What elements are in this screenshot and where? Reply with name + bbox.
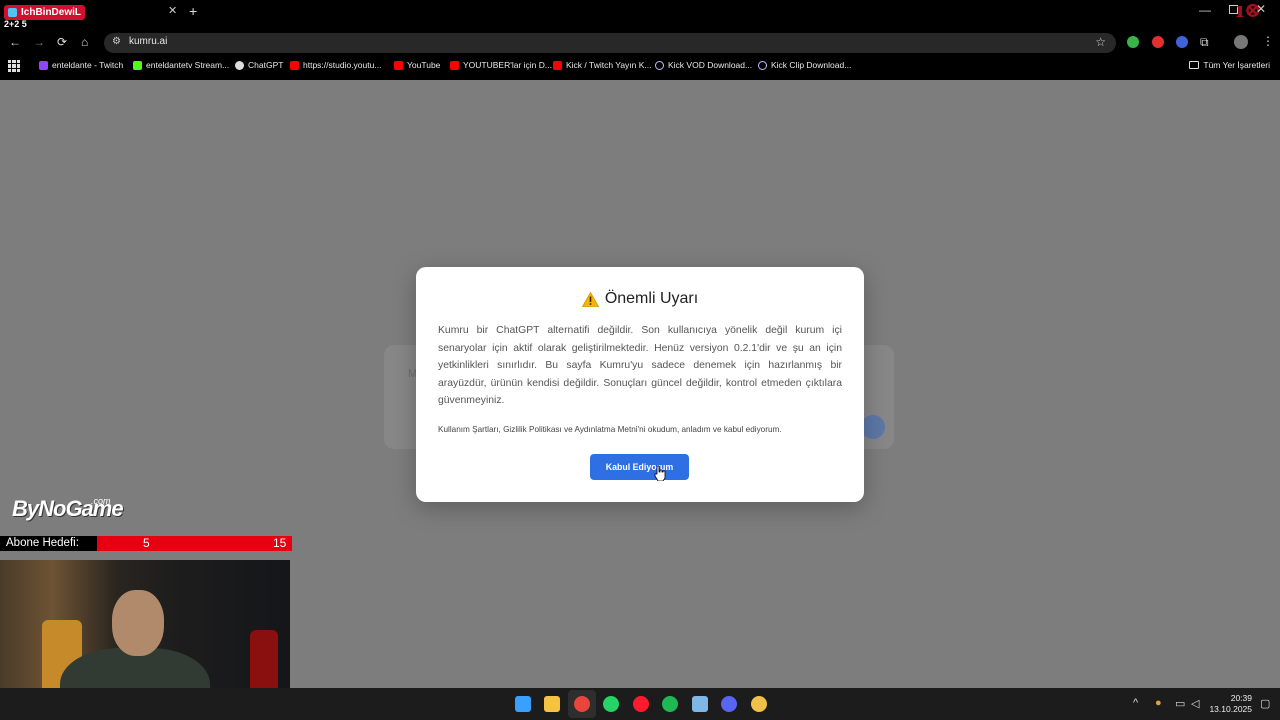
shield-extension-icon[interactable] xyxy=(1127,36,1139,48)
twitch-icon xyxy=(39,60,48,70)
modal-body-text: Kumru bir ChatGPT alternatifi değildir. … xyxy=(438,325,842,406)
tab-close-icon[interactable]: ✕ xyxy=(168,4,177,17)
bookmark-item[interactable]: ChatGPT xyxy=(235,60,283,70)
reload-icon[interactable]: ⟳ xyxy=(57,34,67,50)
opera-icon[interactable] xyxy=(633,696,649,712)
kick-icon xyxy=(133,60,142,70)
youtube-icon xyxy=(450,60,459,70)
discord-icon[interactable] xyxy=(721,696,737,712)
warning-modal: Önemli Uyarı Kumru bir ChatGPT alternati… xyxy=(416,267,864,502)
site-settings-icon[interactable]: ⚙ xyxy=(112,36,121,47)
bookmark-item[interactable]: Kick / Twitch Yayın K... xyxy=(553,60,652,70)
volume-icon[interactable]: ◁ xyxy=(1191,697,1199,710)
whatsapp-icon[interactable] xyxy=(603,696,619,712)
bookmarks-bar: enteldante - Twitch enteldantetv Stream.… xyxy=(0,56,1280,78)
folder-icon xyxy=(1189,61,1200,69)
system-clock[interactable]: 20:39 13.10.2025 xyxy=(1206,693,1252,715)
window-close-icon[interactable]: ✕ xyxy=(1256,2,1266,16)
extension-icon[interactable] xyxy=(1176,36,1188,48)
tray-chevron-icon[interactable]: ^ xyxy=(1133,697,1138,709)
notification-icon[interactable]: ▢ xyxy=(1260,697,1270,710)
hand-cursor-icon xyxy=(654,465,666,481)
goal-label: Abone Hedefi: xyxy=(0,536,97,551)
tab-title: IchBinDewiL xyxy=(21,6,82,18)
network-app-icon[interactable] xyxy=(692,696,708,712)
webcam-person-head xyxy=(112,590,164,656)
chrome-icon[interactable] xyxy=(574,696,590,712)
tab-pill[interactable]: IchBinDewiL xyxy=(4,4,86,20)
profile-avatar[interactable] xyxy=(1234,35,1248,49)
goal-target: 15 xyxy=(273,536,287,550)
accept-button[interactable]: Kabul Ediyorum xyxy=(590,454,689,480)
modal-title: Önemli Uyarı xyxy=(416,290,864,308)
address-bar[interactable]: ⚙ kumru.ai ☆ xyxy=(104,33,1116,53)
send-button xyxy=(861,415,885,439)
overlay-text: 2+2 5 xyxy=(4,19,27,29)
file-explorer-icon[interactable] xyxy=(544,696,560,712)
bookmark-item[interactable]: YOUTUBER'lar için D... xyxy=(450,60,552,70)
browser-tab[interactable]: IchBinDewiL ✕ xyxy=(4,2,180,22)
game-app-icon[interactable] xyxy=(751,696,767,712)
all-bookmarks[interactable]: Tüm Yer İşaretleri xyxy=(1189,60,1270,70)
sponsor-logo-suffix: .com xyxy=(91,496,111,506)
home-icon[interactable]: ⌂ xyxy=(81,34,88,50)
spotify-icon[interactable] xyxy=(662,696,678,712)
new-tab-icon[interactable]: + xyxy=(189,3,197,19)
terms-text: Kullanım Şartları, Gizlilik Politikası v… xyxy=(438,425,782,434)
bookmark-item[interactable]: YouTube xyxy=(394,60,440,70)
warning-icon xyxy=(581,291,599,307)
youtube-icon xyxy=(394,60,403,70)
network-icon[interactable]: ▭ xyxy=(1175,697,1185,710)
bookmark-item[interactable]: enteldantetv Stream... xyxy=(133,60,229,70)
modal-title-text: Önemli Uyarı xyxy=(604,290,699,307)
bookmark-star-icon[interactable]: ☆ xyxy=(1095,35,1106,49)
opera-extension-icon[interactable] xyxy=(1152,36,1164,48)
menu-kebab-icon[interactable]: ⋮ xyxy=(1262,34,1274,48)
youtube-icon xyxy=(290,60,299,70)
subscriber-goal-bar: Abone Hedefi: 5 15 xyxy=(0,536,292,551)
bookmark-item[interactable]: https://studio.youtu... xyxy=(290,60,381,70)
youtube-icon xyxy=(553,60,562,70)
bookmark-item[interactable]: Kick Clip Download... xyxy=(758,60,851,70)
taskbar: ^ ● ▭ ◁ 20:39 13.10.2025 ▢ xyxy=(0,688,1280,720)
microphone-icon[interactable]: ● xyxy=(1155,697,1162,709)
minimize-icon[interactable]: — xyxy=(1199,3,1211,17)
url-text[interactable]: kumru.ai xyxy=(129,36,167,47)
link-icon xyxy=(758,60,767,70)
tab-favicon-icon xyxy=(8,7,17,17)
link-icon xyxy=(655,60,664,70)
back-icon[interactable]: ← xyxy=(9,34,21,50)
windows-start-icon[interactable] xyxy=(515,696,531,712)
screen: IchBinDewiL ✕ + 2+2 5 — ı⊗ ✕ ← → ⟳ ⌂ ⚙ k… xyxy=(0,0,1280,720)
chatgpt-icon xyxy=(235,60,244,70)
tab-bar: IchBinDewiL ✕ + 2+2 5 — ı⊗ ✕ xyxy=(0,0,1280,32)
clock-time: 20:39 xyxy=(1230,693,1252,703)
browser-toolbar: ← → ⟳ ⌂ ⚙ kumru.ai ☆ ⧉ ⋮ xyxy=(0,32,1280,54)
extensions-puzzle-icon[interactable]: ⧉ xyxy=(1200,34,1209,50)
goal-current: 5 xyxy=(143,536,150,550)
bookmark-item[interactable]: Kick VOD Download... xyxy=(655,60,752,70)
apps-grid-icon[interactable] xyxy=(8,60,20,72)
bookmark-item[interactable]: enteldante - Twitch xyxy=(39,60,123,70)
clock-date: 13.10.2025 xyxy=(1209,704,1252,714)
forward-icon[interactable]: → xyxy=(33,34,45,50)
